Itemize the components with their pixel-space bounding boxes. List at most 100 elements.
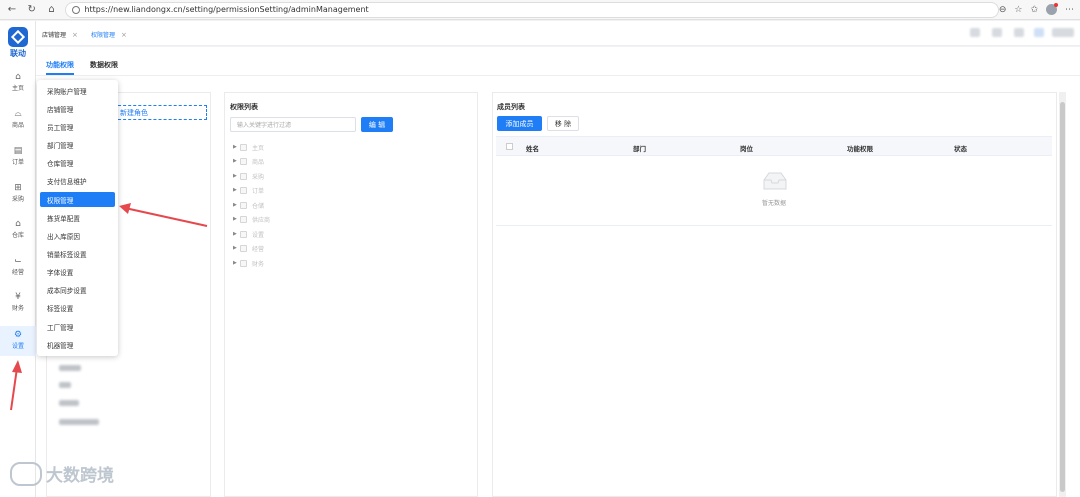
checkbox[interactable] [240,259,247,267]
menu-item-factory-management[interactable]: 工厂管理 [40,319,115,334]
redacted-role-item[interactable] [59,400,79,406]
caret-right-icon[interactable]: ▶ [233,144,240,150]
tab-function-permission[interactable]: 功能权限 [46,60,74,70]
tree-node[interactable]: ▶ 采购 [233,171,264,181]
sidebar-item-business[interactable]: ⌙ 经营 [0,255,36,281]
sidebar-item-home[interactable]: ⌂ 主页 [0,71,36,97]
redacted-role-item[interactable] [59,382,71,388]
tree-node[interactable]: ▶ 财务 [233,258,264,268]
new-role-button[interactable]: 新建角色 [113,105,207,120]
menu-item-warehouse-management[interactable]: 仓库管理 [40,155,115,170]
sidebar-item-warehouse[interactable]: ⌂ 仓库 [0,218,36,244]
redacted-role-item[interactable] [59,419,99,425]
tree-node[interactable]: ▶ 商品 [233,156,264,166]
app-sidebar: 联动 ⌂ 主页 ⌓ 商品 ▤ 订单 ⊞ 采购 ⌂ 仓库 ⌙ 经营 ¥ 财务 ⚙ … [0,21,36,497]
checkbox[interactable] [240,230,247,238]
tab-store-management[interactable]: 店铺管理 × [42,30,78,39]
redacted-user-info [992,28,1002,37]
menu-item-sales-label[interactable]: 销量标签设置 [40,246,115,261]
close-icon[interactable]: × [72,31,78,39]
caret-right-icon[interactable]: ▶ [233,173,240,179]
column-header-status: 状态 [954,145,967,153]
scrollbar-thumb[interactable] [1060,102,1065,492]
sidebar-item-finance[interactable]: ¥ 财务 [0,291,36,317]
page-tabs: 店铺管理 × 权限管理 × [36,21,1080,46]
caret-right-icon[interactable]: ▶ [233,231,240,237]
remove-member-button[interactable]: 移 除 [547,116,579,131]
menu-item-department-management[interactable]: 部门管理 [40,137,115,152]
redacted-role-item[interactable] [59,365,81,371]
menu-item-font-settings[interactable]: 字体设置 [40,264,115,279]
document-icon: ▤ [13,146,23,156]
caret-right-icon[interactable]: ▶ [233,187,240,193]
caret-right-icon[interactable]: ▶ [233,202,240,208]
checkbox[interactable] [240,143,247,151]
main-content: 功能权限 数据权限 新建角色 权限列表 输入关键字进行过滤 编 辑 ▶ 主页 ▶ 商… [36,47,1080,497]
caret-right-icon[interactable]: ▶ [233,245,240,251]
menu-item-payment-info[interactable]: 支付信息维护 [40,173,115,188]
star-icon[interactable]: ☆ [1014,5,1022,15]
caret-right-icon[interactable]: ▶ [233,158,240,164]
member-panel: 成员列表 添加成员 移 除 姓名 部门 岗位 功能权限 状态 暂无数据 [492,92,1057,497]
sidebar-item-goods[interactable]: ⌓ 商品 [0,108,36,134]
reload-icon[interactable]: ↻ [24,2,40,18]
sidebar-item-orders[interactable]: ▤ 订单 [0,145,36,171]
tab-data-permission[interactable]: 数据权限 [90,60,118,70]
tree-node[interactable]: ▶ 仓储 [233,200,264,210]
select-all-checkbox[interactable] [506,143,513,150]
scrollbar[interactable] [1059,92,1066,497]
checkbox[interactable] [240,244,247,252]
menu-item-employee-management[interactable]: 员工管理 [40,119,115,134]
menu-item-label-settings[interactable]: 标签设置 [40,300,115,315]
bag-icon: ⌓ [14,109,22,119]
site-info-icon[interactable] [72,5,81,14]
empty-box-icon [763,172,787,190]
home-browser-icon[interactable]: ⌂ [44,2,60,18]
menu-item-stock-reason[interactable]: 出入库原因 [40,228,115,243]
menu-item-machine-management[interactable]: 机器管理 [40,337,115,352]
checkbox[interactable] [240,172,247,180]
edit-button[interactable]: 编 辑 [361,117,393,132]
app-logo-text: 联动 [10,49,26,58]
menu-item-picking-config[interactable]: 拣货单配置 [40,210,115,225]
add-member-button[interactable]: 添加成员 [497,116,542,131]
member-table-header: 姓名 部门 岗位 功能权限 状态 [496,136,1052,156]
sidebar-item-settings[interactable]: ⚙ 设置 [0,326,36,356]
checkbox[interactable] [240,201,247,209]
tree-node[interactable]: ▶ 订单 [233,185,264,195]
profile-avatar[interactable] [1046,3,1058,15]
url-text: https://new.liandongx.cn/setting/permiss… [84,5,369,14]
more-icon[interactable]: ⋯ [1065,5,1074,15]
permission-panel: 权限列表 输入关键字进行过滤 编 辑 ▶ 主页 ▶ 商品 ▶ 采购 ▶ 订单 ▶ 仓储 ▶… [224,92,478,497]
address-bar[interactable]: https://new.liandongx.cn/setting/permiss… [65,1,999,18]
settings-dropdown-menu: 采购账户管理 店铺管理 员工管理 部门管理 仓库管理 支付信息维护 权限管理 拣… [37,80,118,356]
tab-permission-management[interactable]: 权限管理 × [91,30,127,39]
watermark: 大数跨境 [10,461,114,486]
close-icon[interactable]: × [121,31,127,39]
caret-right-icon[interactable]: ▶ [233,260,240,266]
empty-state-text: 暂无数据 [761,200,786,207]
sidebar-item-purchase[interactable]: ⊞ 采购 [0,182,36,208]
back-icon[interactable]: ← [4,2,20,18]
redacted-user-info [1052,28,1074,37]
column-header-position: 岗位 [740,145,753,153]
checkbox[interactable] [240,186,247,194]
zoom-icon[interactable]: ⊖ [999,5,1007,15]
menu-item-purchase-account[interactable]: 采购账户管理 [40,83,115,98]
permission-search-input[interactable]: 输入关键字进行过滤 [230,117,356,132]
tree-node[interactable]: ▶ 经营 [233,243,264,253]
favorites-icon[interactable]: ✩ [1030,5,1038,15]
caret-right-icon[interactable]: ▶ [233,216,240,222]
yen-icon: ¥ [15,292,21,302]
menu-item-permission-management[interactable]: 权限管理 [40,192,115,207]
menu-item-store-management[interactable]: 店铺管理 [40,101,115,116]
home-icon: ⌂ [15,72,21,82]
redacted-user-info [1034,28,1044,37]
warehouse-icon: ⌂ [15,219,21,229]
tree-node[interactable]: ▶ 主页 [233,142,264,152]
checkbox[interactable] [240,157,247,165]
tree-node[interactable]: ▶ 设置 [233,229,264,239]
tree-node[interactable]: ▶ 供应商 [233,214,270,224]
menu-item-cost-sync[interactable]: 成本同步设置 [40,282,115,297]
checkbox[interactable] [240,215,247,223]
